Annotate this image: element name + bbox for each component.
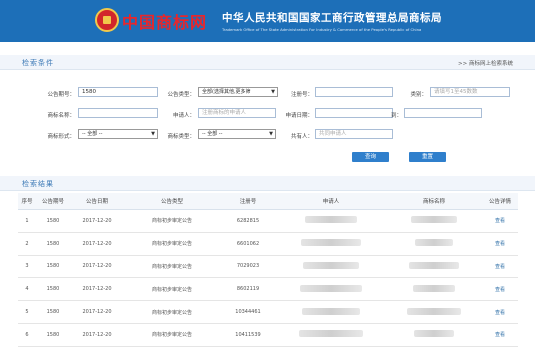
row-issue-no: 1580 (36, 232, 70, 256)
search-section-title: 检索条件 (22, 59, 54, 67)
type-select[interactable]: 全部(选择其他,更多筛 ▼ (198, 87, 278, 97)
column-header: 注册号 (220, 193, 276, 210)
row-tm-name-redacted (386, 209, 482, 233)
row-tm-name-redacted (386, 255, 482, 279)
table-row[interactable]: 2 1580 2017-12-20 商标初步审定公告 6601062 查看 (18, 232, 518, 256)
results-section-bar: 检索结果 (0, 176, 535, 191)
site-logo[interactable]: 中国商标网 (122, 9, 207, 33)
row-reg-no: 10411539 (220, 323, 276, 347)
tm-name-input[interactable] (78, 108, 158, 118)
results-table: 序号 公告期号 公告日期 公告类型 注册号 申请人 商标名称 公告详情 1 1580 2017-1… (18, 193, 518, 347)
row-date: 2017-12-20 (70, 255, 124, 279)
row-date: 2017-12-20 (70, 277, 124, 302)
row-applicant-redacted (276, 209, 386, 233)
column-header: 公告详情 (482, 193, 518, 210)
class-input[interactable]: 请填写1至45数数 (430, 87, 510, 97)
row-type: 商标初步审定公告 (124, 255, 220, 279)
column-header: 申请人 (276, 193, 386, 210)
row-index: 5 (18, 300, 36, 324)
row-applicant-redacted (276, 323, 386, 347)
search-section-bar: 检索条件 >> 商标网上检索系统 (0, 55, 535, 70)
table-row[interactable]: 6 1580 2017-12-20 商标初步审定公告 10411539 查看 (18, 323, 518, 347)
row-date: 2017-12-20 (70, 209, 124, 233)
column-header: 公告日期 (70, 193, 124, 210)
applicant-label: 申请人： (172, 113, 195, 119)
column-header: 商标名称 (386, 193, 482, 210)
row-issue-no: 1580 (36, 209, 70, 233)
row-tm-name-redacted (386, 277, 482, 302)
query-button[interactable]: 查询 (352, 152, 389, 162)
row-tm-name-redacted (386, 300, 482, 324)
row-index: 4 (18, 277, 36, 302)
row-index: 6 (18, 323, 36, 347)
row-applicant-redacted (276, 277, 386, 302)
row-issue-no: 1580 (36, 277, 70, 302)
issue-no-input[interactable]: 1580 (78, 87, 158, 97)
apply-date-from-input[interactable] (315, 108, 393, 118)
reg-no-label: 注册号： (290, 92, 313, 98)
org-name-en: Trademark Office of The State Administra… (222, 27, 422, 32)
results-table-body: 1 1580 2017-12-20 商标初步审定公告 6282815 查看 2 1580 201… (18, 209, 518, 347)
row-detail-link[interactable]: 查看 (482, 255, 518, 279)
reset-button[interactable]: 重置 (409, 152, 446, 162)
org-name-cn: 中华人民共和国国家工商行政管理总局商标局 (222, 12, 442, 24)
tm-type-select[interactable]: -- 全部 -- ▼ (198, 129, 276, 139)
apply-date-to-input[interactable] (404, 108, 482, 118)
row-issue-no: 1580 (36, 300, 70, 324)
row-issue-no: 1580 (36, 323, 70, 347)
row-type: 商标初步审定公告 (124, 323, 220, 347)
issue-no-label: 公告期号： (47, 92, 75, 98)
row-tm-name-redacted (386, 232, 482, 256)
tm-type-label: 商标类型： (167, 134, 195, 140)
form-label: 商标形式： (47, 134, 75, 140)
table-header-row: 序号 公告期号 公告日期 公告类型 注册号 申请人 商标名称 公告详情 (18, 193, 518, 210)
form-select[interactable]: -- 全部 -- ▼ (78, 129, 158, 139)
national-emblem-icon (95, 8, 119, 32)
row-detail-link[interactable]: 查看 (482, 300, 518, 324)
row-tm-name-redacted (386, 323, 482, 347)
row-index: 1 (18, 209, 36, 233)
row-type: 商标初步审定公告 (124, 300, 220, 324)
row-applicant-redacted (276, 232, 386, 256)
row-reg-no: 10344461 (220, 300, 276, 324)
row-reg-no: 6282815 (220, 209, 276, 233)
site-header: 中国商标网 中华人民共和国国家工商行政管理总局商标局 Trademark Off… (0, 0, 535, 42)
class-label: 类别： (410, 92, 427, 98)
row-reg-no: 7029023 (220, 255, 276, 279)
table-row[interactable]: 1 1580 2017-12-20 商标初步审定公告 6282815 查看 (18, 209, 518, 233)
table-row[interactable]: 5 1580 2017-12-20 商标初步审定公告 10344461 查看 (18, 300, 518, 324)
row-date: 2017-12-20 (70, 300, 124, 324)
applicant-input[interactable]: 注册商标的申请人 (198, 108, 276, 118)
row-reg-no: 6601062 (220, 232, 276, 256)
co-owner-label: 共有人： (290, 134, 313, 140)
row-applicant-redacted (276, 255, 386, 279)
type-label: 公告类型： (167, 92, 195, 98)
date-to-label: 到： (390, 113, 402, 119)
row-type: 商标初步审定公告 (124, 209, 220, 233)
table-row[interactable]: 3 1580 2017-12-20 商标初步审定公告 7029023 查看 (18, 255, 518, 279)
row-index: 2 (18, 232, 36, 256)
row-index: 3 (18, 255, 36, 279)
row-type: 商标初步审定公告 (124, 277, 220, 302)
row-detail-link[interactable]: 查看 (482, 209, 518, 233)
apply-date-label: 申请日期： (285, 113, 313, 119)
reg-no-input[interactable] (315, 87, 393, 97)
row-type: 商标初步审定公告 (124, 232, 220, 256)
table-row[interactable]: 4 1580 2017-12-20 商标初步审定公告 8602119 查看 (18, 277, 518, 302)
row-detail-link[interactable]: 查看 (482, 232, 518, 256)
row-date: 2017-12-20 (70, 232, 124, 256)
row-detail-link[interactable]: 查看 (482, 323, 518, 347)
row-applicant-redacted (276, 300, 386, 324)
results-section-title: 检索结果 (22, 180, 54, 188)
column-header: 公告类型 (124, 193, 220, 210)
row-issue-no: 1580 (36, 255, 70, 279)
online-search-link[interactable]: >> 商标网上检索系统 (458, 59, 513, 67)
row-detail-link[interactable]: 查看 (482, 277, 518, 302)
co-owner-input[interactable]: 共同申请人 (315, 129, 393, 139)
column-header: 公告期号 (36, 193, 70, 210)
row-date: 2017-12-20 (70, 323, 124, 347)
column-header: 序号 (18, 193, 36, 210)
row-reg-no: 8602119 (220, 277, 276, 302)
tm-name-label: 商标名称： (47, 113, 75, 119)
